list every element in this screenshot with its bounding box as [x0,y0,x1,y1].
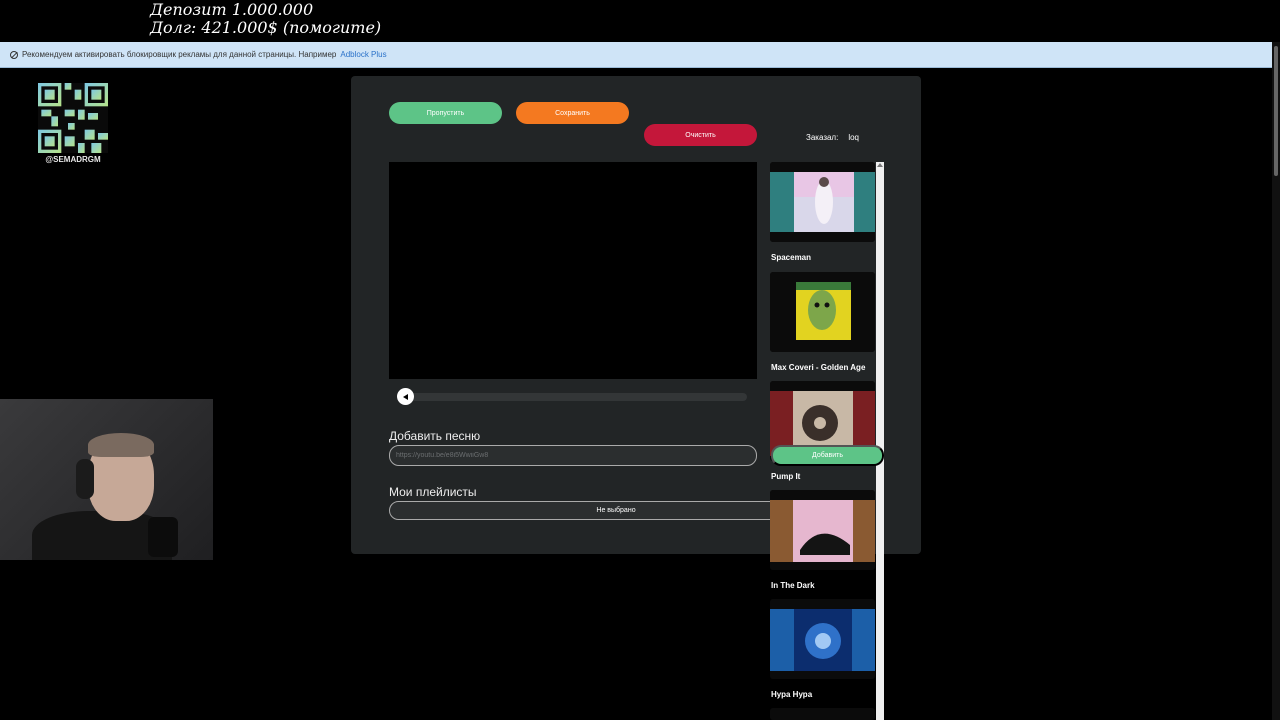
album-cover [770,490,875,570]
ordered-by-value: loq [848,133,860,142]
add-song-label: Добавить песню [389,429,481,443]
album-cover-image [770,272,875,352]
debt-text: Долг: 421.000$ (помогите) [150,18,382,37]
adblock-notice-text: Рекомендуем активировать блокировщик рек… [22,50,337,59]
queue-item-title: Spaceman [771,253,812,262]
song-queue[interactable]: Spaceman Max Coveri - Golden Age Pump It… [770,162,876,720]
queue-item[interactable]: Spaceman [770,162,876,262]
album-cover-image [770,599,875,679]
scroll-up-icon[interactable] [877,163,883,167]
adblock-notice-bar: Рекомендуем активировать блокировщик рек… [0,42,1272,68]
playlists-label: Мои плейлисты [389,485,477,499]
queue-item[interactable]: Нура Нура [770,599,876,699]
page-scrollbar[interactable] [1272,42,1280,720]
page-scrollbar-thumb[interactable] [1274,46,1278,176]
qr-code-icon [38,83,108,153]
video-player[interactable] [389,162,757,379]
queue-item[interactable] [770,708,876,720]
playlist-selected-value: Не выбрано [596,507,636,514]
save-button[interactable]: Сохранить [516,102,629,124]
queue-item-title: Max Coveri - Golden Age [771,363,866,372]
webcam-feed [0,399,213,560]
ordered-by: Заказал: loq [806,133,859,142]
queue-item[interactable]: Max Coveri - Golden Age [770,272,876,372]
song-url-input[interactable] [389,445,757,466]
deposit-text: Депозит 1.000.000 [150,0,314,19]
queue-item-title: In The Dark [771,581,815,590]
queue-scrollbar[interactable] [876,162,884,720]
queue-item-title: Нура Нура [771,690,813,699]
progress-knob[interactable] [397,388,414,405]
headphones-icon [76,459,94,499]
qr-code [38,83,108,153]
album-cover [770,708,875,720]
queue-item[interactable]: In The Dark [770,490,876,590]
qr-handle-text: @SEMADRGM [45,155,101,164]
stream-overlay-text: Депозит 1.000.000 Долг: 421.000$ (помоги… [150,1,381,37]
album-cover [770,162,875,242]
ban-icon [10,50,18,59]
add-button[interactable]: Добавить [771,445,884,466]
album-cover-image [770,162,875,242]
album-cover [770,272,875,352]
album-cover [770,599,875,679]
adblock-plus-link[interactable]: Adblock Plus [340,50,386,59]
skip-button[interactable]: Пропустить [389,102,502,124]
microphone-icon [148,517,178,557]
queue-item-title: Pump It [771,472,801,481]
webcam-hair [88,433,154,457]
ordered-by-label: Заказал: [806,133,839,142]
clear-button[interactable]: Очистить [644,124,757,146]
play-icon [402,393,408,400]
album-cover-image [770,490,875,570]
progress-track[interactable] [399,393,747,401]
